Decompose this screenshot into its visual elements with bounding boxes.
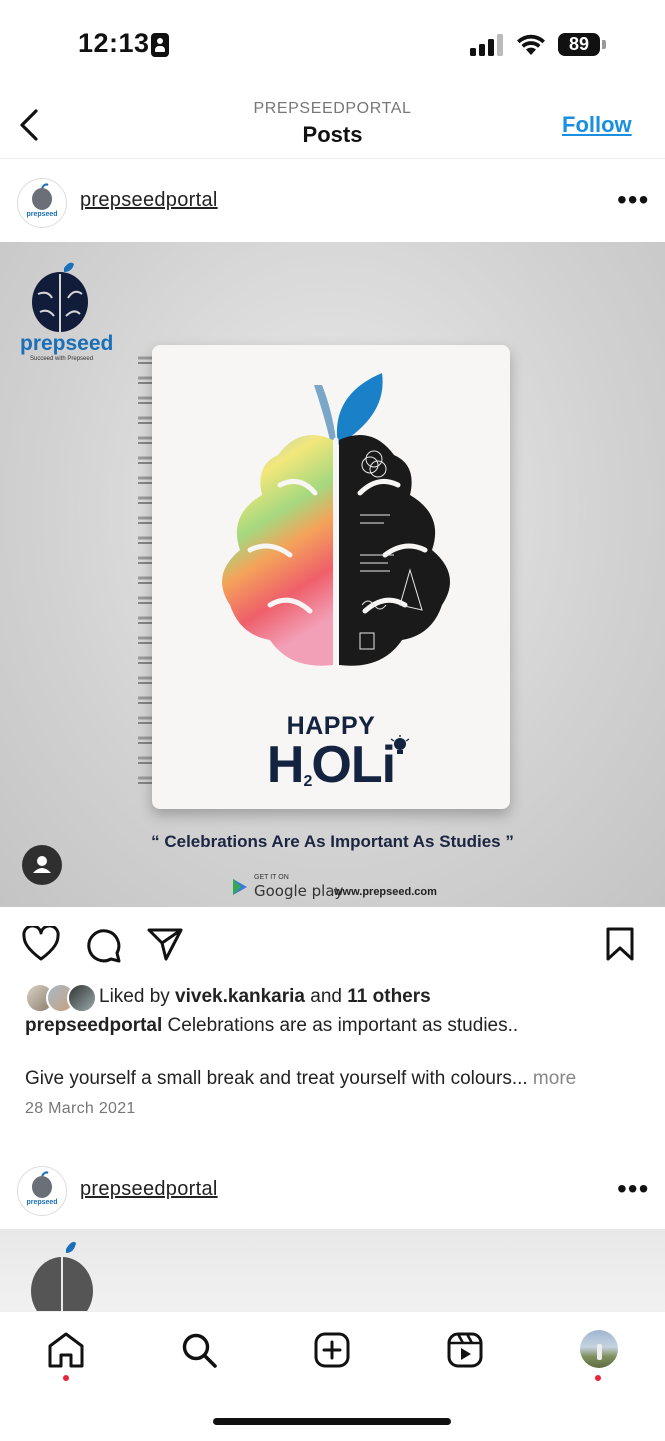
next-post-author-avatar[interactable]: prepseed: [17, 1166, 67, 1216]
like-heart-icon[interactable]: [22, 926, 60, 962]
brand-logo-text: prepseed: [20, 332, 114, 355]
likes-prefix: Liked by: [99, 986, 176, 1007]
liker-avatar[interactable]: [67, 983, 97, 1013]
website-url: www.prepseed.com: [334, 886, 437, 898]
save-bookmark-icon[interactable]: [604, 926, 636, 962]
share-send-icon[interactable]: [146, 926, 184, 962]
lightbulb-icon: [390, 735, 410, 754]
next-post-more-options-icon[interactable]: •••: [617, 1175, 649, 1203]
battery-indicator: 89: [558, 33, 600, 56]
profile-avatar[interactable]: [580, 1330, 618, 1368]
caption-line-2: Give yourself a small break and treat yo…: [25, 1068, 576, 1090]
id-card-icon: [151, 33, 169, 57]
likes-others[interactable]: 11 others: [347, 986, 430, 1007]
header-divider: [0, 158, 665, 159]
brain-logo-icon: prepseed: [26, 183, 58, 218]
wifi-icon: [517, 34, 545, 55]
next-post-image[interactable]: [0, 1229, 665, 1319]
post-caption: prepseedportal Celebrations are as impor…: [25, 1015, 518, 1037]
home-notification-dot: [63, 1375, 69, 1381]
search-icon[interactable]: [181, 1332, 219, 1368]
holi-end: OLi: [311, 736, 396, 794]
person-icon: [33, 856, 51, 873]
svg-text:prepseed: prepseed: [26, 211, 57, 218]
caption-more-link[interactable]: more: [528, 1068, 576, 1089]
profile-notification-dot: [595, 1375, 601, 1381]
post-image[interactable]: prepseed Succeed with Prepseed HAPPY H2O…: [0, 242, 665, 907]
create-post-icon[interactable]: [314, 1332, 350, 1368]
holi-heading: H2OLi: [152, 735, 510, 795]
holi-h: H: [266, 736, 305, 794]
follow-button[interactable]: Follow: [562, 112, 632, 138]
post-author-username[interactable]: prepseedportal: [80, 189, 218, 212]
colorful-brain-illustration: [222, 373, 450, 668]
caption-line-2-text: Give yourself a small break and treat yo…: [25, 1068, 528, 1089]
notebook: HAPPY H2OLi: [152, 345, 510, 809]
likes-middle: and: [305, 986, 348, 1007]
google-play-label: Google play: [254, 882, 344, 900]
home-icon[interactable]: [47, 1332, 85, 1368]
svg-text:prepseed: prepseed: [26, 1199, 57, 1206]
caption-username[interactable]: prepseedportal: [25, 1015, 162, 1036]
reels-icon[interactable]: [447, 1332, 483, 1368]
tagged-people-button[interactable]: [22, 845, 62, 885]
next-post-author-username[interactable]: prepseedportal: [80, 1178, 218, 1201]
google-play-icon: [233, 879, 247, 895]
get-it-on-label: GET IT ON: [254, 874, 289, 881]
brain-logo-icon: [31, 1241, 93, 1319]
likes-summary[interactable]: Liked by vivek.kankaria and 11 others: [99, 986, 431, 1008]
brand-tagline: Succeed with Prepseed: [30, 356, 94, 362]
brain-logo-icon: prepseed: [26, 1171, 58, 1206]
caption-text: Celebrations are as important as studies…: [162, 1015, 519, 1036]
status-time: 12:13: [78, 28, 150, 58]
brain-logo-icon: [32, 262, 88, 332]
home-indicator: [213, 1418, 451, 1425]
image-quote: “ Celebrations Are As Important As Studi…: [151, 832, 514, 851]
post-date: 28 March 2021: [25, 1100, 136, 1117]
post-author-avatar[interactable]: prepseed: [17, 178, 67, 228]
cellular-signal-icon: [470, 34, 503, 56]
comment-icon[interactable]: [84, 926, 122, 964]
battery-tip: [602, 40, 606, 49]
more-options-icon[interactable]: •••: [617, 186, 649, 214]
liker-username[interactable]: vivek.kankaria: [175, 986, 305, 1007]
